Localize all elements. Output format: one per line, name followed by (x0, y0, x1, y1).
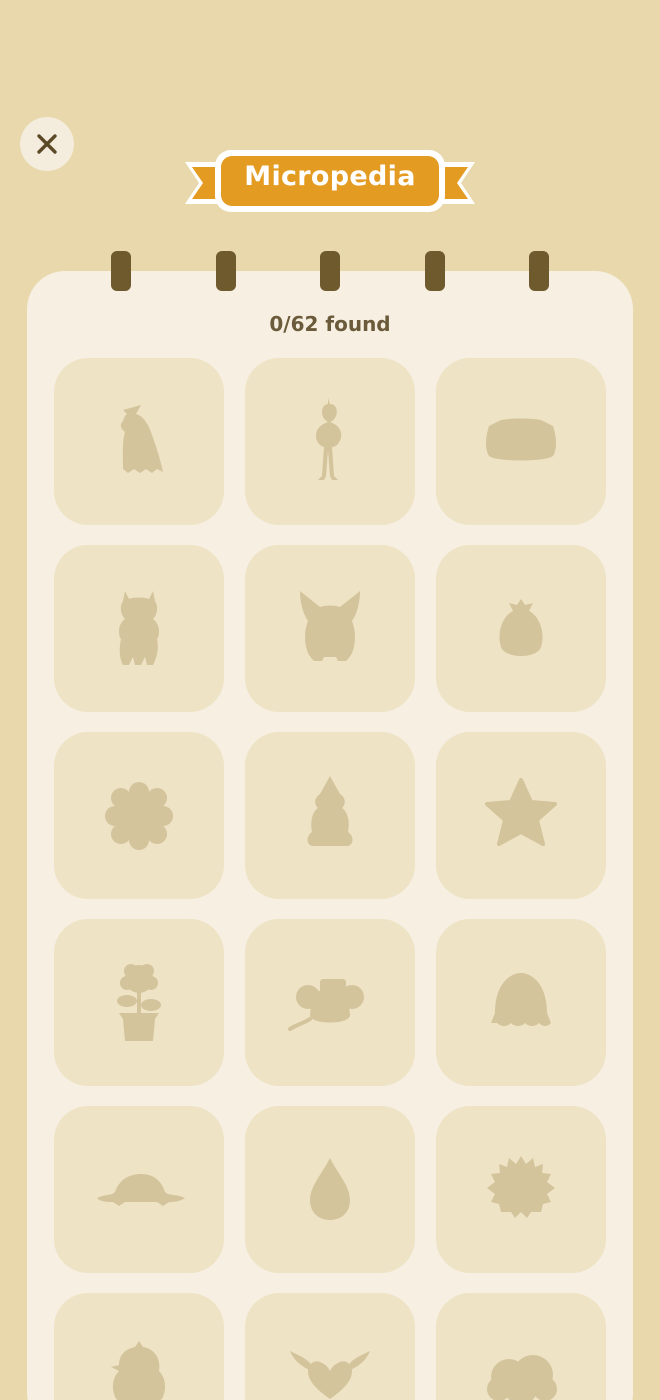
collection-item[interactable] (245, 1106, 415, 1273)
collection-item[interactable] (245, 732, 415, 899)
collection-item[interactable] (245, 1293, 415, 1400)
cloud-silhouette (487, 1354, 557, 1400)
collection-item[interactable] (436, 919, 606, 1086)
collection-item[interactable] (54, 358, 224, 525)
mouse-silhouette (288, 978, 364, 1031)
alpaca-silhouette (118, 590, 160, 665)
collection-item[interactable] (54, 732, 224, 899)
drop-silhouette (310, 1157, 350, 1220)
found-counter: 0/62 found (269, 312, 391, 336)
collection-item[interactable] (436, 545, 606, 712)
collection-item[interactable] (436, 1106, 606, 1273)
collection-item[interactable] (54, 1293, 224, 1400)
gnome-silhouette (307, 775, 353, 846)
micropedia-screen: Micropedia 0/62 found (0, 0, 660, 1400)
binder-ring (320, 251, 340, 291)
title-banner: Micropedia (183, 148, 477, 214)
collection-item[interactable] (245, 358, 415, 525)
jelly-silhouette (491, 972, 551, 1026)
turtle-silhouette (97, 1173, 185, 1206)
binder-ring (111, 251, 131, 291)
collection-item[interactable] (436, 1293, 606, 1400)
star-silhouette (485, 777, 557, 846)
collection-item[interactable] (436, 358, 606, 525)
binder-ring (529, 251, 549, 291)
fruit-silhouette (499, 598, 543, 656)
binder-ring (216, 251, 236, 291)
collection-item[interactable] (54, 545, 224, 712)
close-icon (37, 134, 57, 154)
collection-item[interactable] (54, 919, 224, 1086)
collection-item[interactable] (245, 545, 415, 712)
close-button[interactable] (20, 117, 74, 171)
fuzzball-silhouette (487, 1155, 555, 1218)
collection-grid (54, 358, 606, 1400)
potted-flower-silhouette (117, 963, 161, 1041)
cat-blob-silhouette (486, 418, 556, 460)
collection-item[interactable] (245, 919, 415, 1086)
collection-item[interactable] (436, 732, 606, 899)
bird-silhouette (316, 397, 342, 480)
fox-silhouette (300, 590, 360, 661)
witch-ghost-silhouette (120, 404, 163, 473)
binder-ring (425, 251, 445, 291)
page-title: Micropedia (244, 161, 416, 192)
flower-blob-silhouette (105, 781, 173, 850)
winged-heart-silhouette (290, 1350, 370, 1399)
collection-item[interactable] (54, 1106, 224, 1273)
chick-silhouette (111, 1340, 166, 1400)
